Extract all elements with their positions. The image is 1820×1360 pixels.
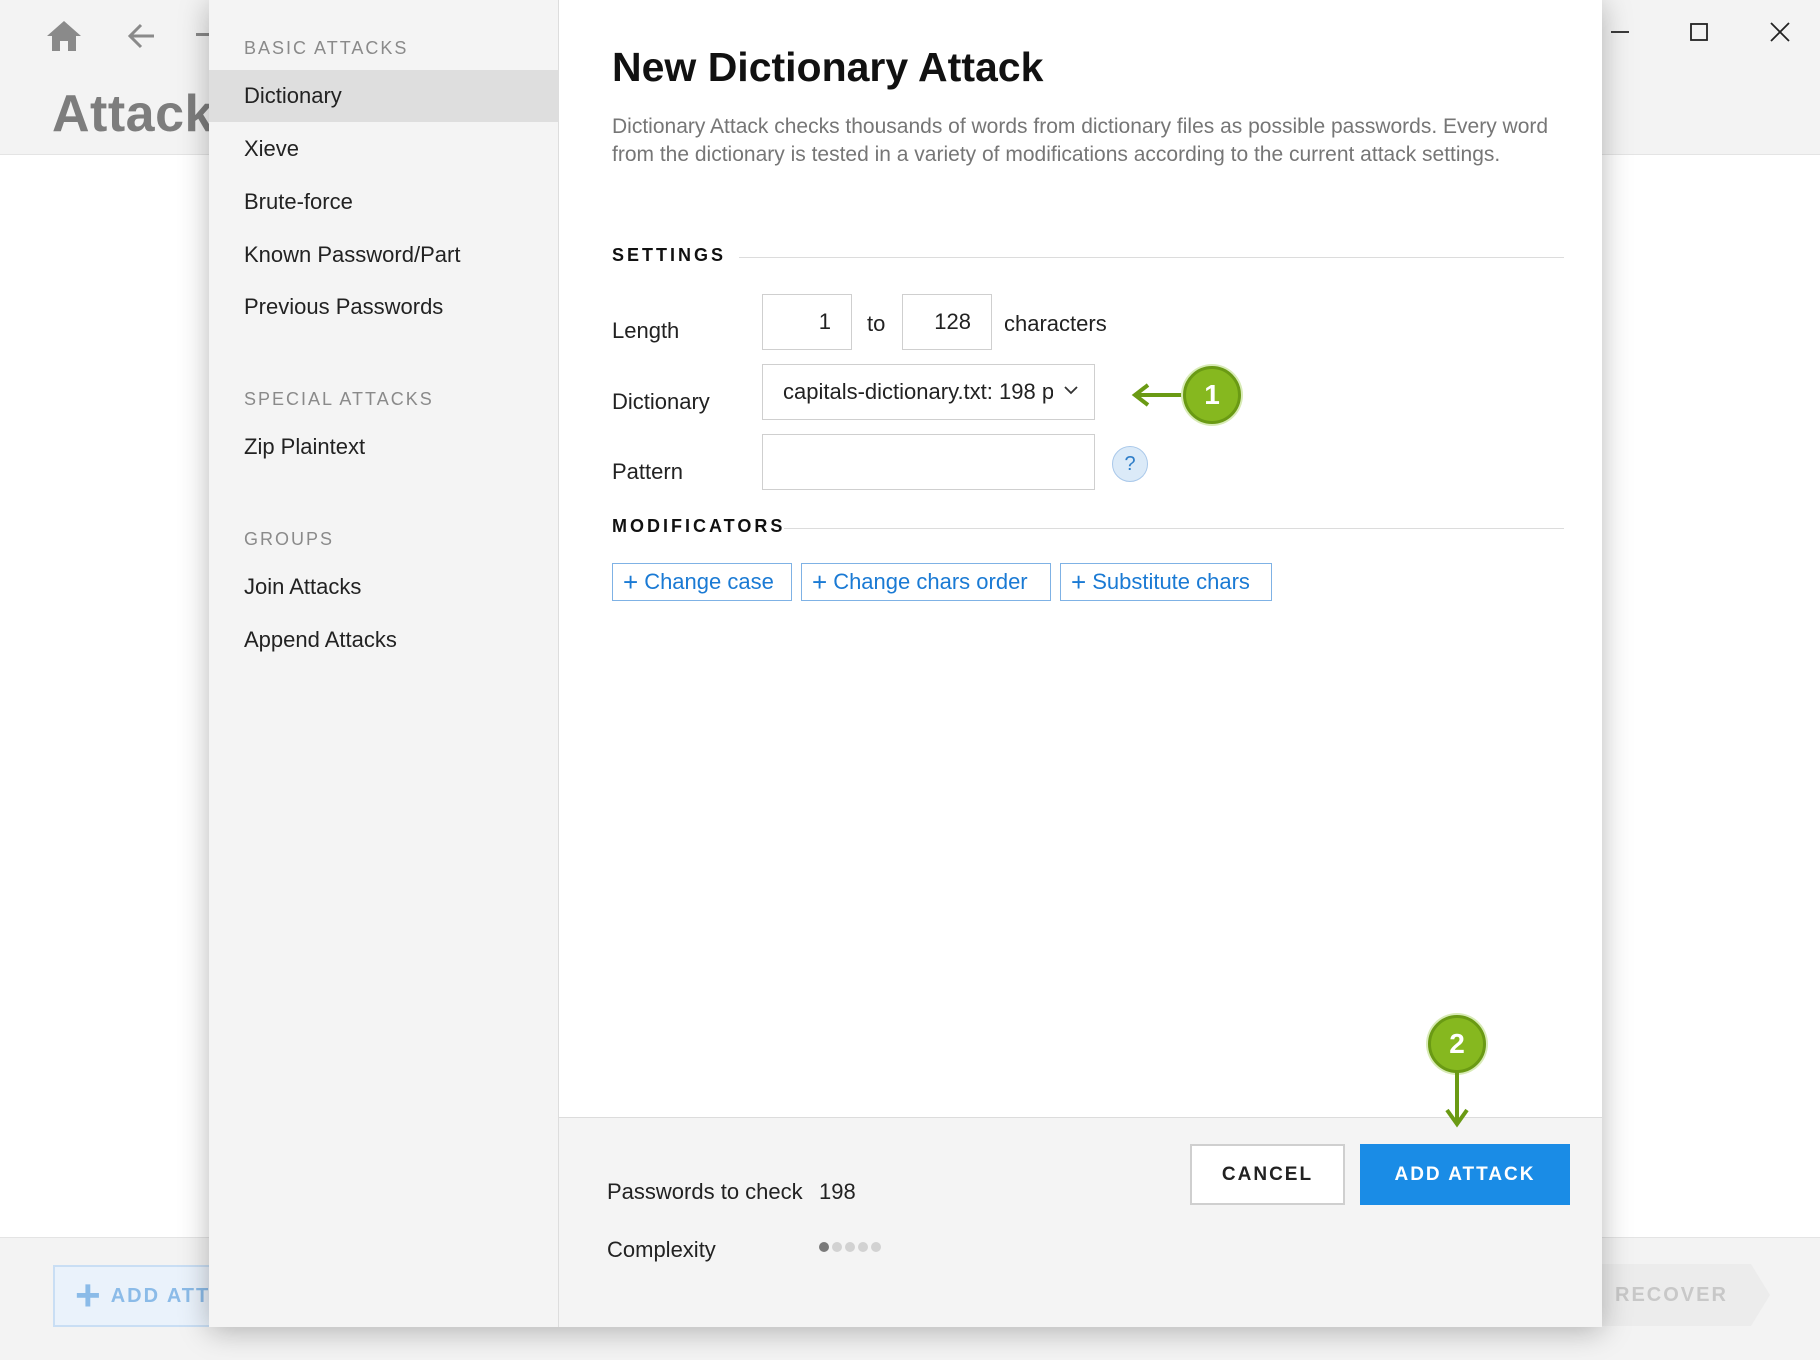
sidebar-item-brute-force[interactable]: Brute-force	[209, 176, 558, 228]
settings-header: SETTINGS	[612, 245, 727, 265]
plus-icon: +	[1071, 567, 1087, 597]
sidebar-item-previous-passwords[interactable]: Previous Passwords	[209, 281, 558, 333]
maximize-icon[interactable]	[1674, 14, 1724, 50]
complexity-indicator	[819, 1242, 881, 1252]
chevron-down-icon	[1064, 386, 1078, 395]
dialog-description: Dictionary Attack checks thousands of wo…	[612, 115, 1549, 166]
characters-label: characters	[1004, 311, 1107, 336]
new-attack-dialog: BASIC ATTACKS Dictionary Xieve Brute-for…	[209, 0, 1602, 1327]
plus-icon: +	[623, 567, 639, 597]
complexity-label: Complexity	[607, 1237, 716, 1262]
attack-type-sidebar: BASIC ATTACKS Dictionary Xieve Brute-for…	[209, 0, 559, 1327]
complexity-dot	[858, 1242, 868, 1252]
close-icon[interactable]	[1755, 14, 1805, 50]
sidebar-item-append-attacks[interactable]: Append Attacks	[209, 614, 558, 666]
change-case-label: Change case	[644, 569, 774, 594]
dictionary-select-value: capitals-dictionary.txt: 198 passwords	[783, 379, 1053, 404]
callout-badge-2: 2	[1428, 1015, 1486, 1073]
dialog-content: New Dictionary Attack Dictionary Attack …	[559, 0, 1602, 1117]
back-arrow-icon[interactable]	[124, 18, 160, 54]
help-icon[interactable]: ?	[1112, 446, 1148, 482]
forward-arrow-icon[interactable]	[196, 33, 210, 36]
substitute-chars-label: Substitute chars	[1092, 569, 1250, 594]
dialog-title: New Dictionary Attack	[612, 44, 1044, 90]
recover-label: RECOVER	[1615, 1283, 1728, 1306]
modificators-header: MODIFICATORS	[612, 516, 786, 536]
length-min-input[interactable]	[762, 294, 852, 350]
section-special-attacks: SPECIAL ATTACKS	[244, 389, 434, 409]
length-max-input[interactable]	[902, 294, 992, 350]
change-case-button[interactable]: + Change case	[612, 563, 792, 601]
complexity-dot	[871, 1242, 881, 1252]
complexity-dot	[845, 1242, 855, 1252]
sidebar-item-known-password[interactable]: Known Password/Part	[209, 229, 558, 281]
dictionary-label: Dictionary	[612, 389, 710, 414]
sidebar-item-join-attacks[interactable]: Join Attacks	[209, 561, 558, 613]
complexity-dot	[832, 1242, 842, 1252]
length-to-label: to	[867, 311, 886, 336]
dialog-footer: Passwords to check 198 Complexity CANCEL…	[559, 1117, 1602, 1327]
callout-arrow-1	[1131, 383, 1188, 407]
add-attack-submit-button[interactable]: ADD ATTACK	[1360, 1144, 1570, 1205]
passwords-to-check-label: Passwords to check	[607, 1179, 803, 1204]
minimize-icon[interactable]	[1595, 14, 1645, 50]
change-chars-order-button[interactable]: + Change chars order	[801, 563, 1051, 601]
callout-arrow-2	[1445, 1072, 1469, 1128]
length-label: Length	[612, 318, 680, 343]
pattern-input[interactable]	[762, 434, 1095, 490]
complexity-dot	[819, 1242, 829, 1252]
add-attack-label: ADD ATT	[110, 1284, 211, 1307]
callout-badge-1: 1	[1183, 366, 1241, 424]
sidebar-item-zip-plaintext[interactable]: Zip Plaintext	[209, 421, 558, 473]
plus-icon: +	[75, 1271, 101, 1320]
plus-icon: +	[812, 567, 828, 597]
substitute-chars-button[interactable]: + Substitute chars	[1060, 563, 1272, 601]
home-icon[interactable]	[44, 18, 84, 54]
pattern-label: Pattern	[612, 459, 683, 484]
sidebar-item-xieve[interactable]: Xieve	[209, 123, 558, 175]
settings-divider	[739, 257, 1564, 258]
page-title: Attack	[52, 85, 214, 143]
section-groups: GROUPS	[244, 529, 335, 549]
change-chars-order-label: Change chars order	[833, 569, 1028, 594]
sidebar-item-dictionary[interactable]: Dictionary	[209, 70, 558, 122]
passwords-to-check-value: 198	[819, 1179, 856, 1204]
cancel-button[interactable]: CANCEL	[1190, 1144, 1345, 1205]
recover-button[interactable]: RECOVER	[1580, 1264, 1770, 1326]
section-basic-attacks: BASIC ATTACKS	[244, 38, 409, 58]
dictionary-select[interactable]: capitals-dictionary.txt: 198 passwords	[762, 364, 1095, 420]
modificators-divider	[784, 528, 1564, 529]
